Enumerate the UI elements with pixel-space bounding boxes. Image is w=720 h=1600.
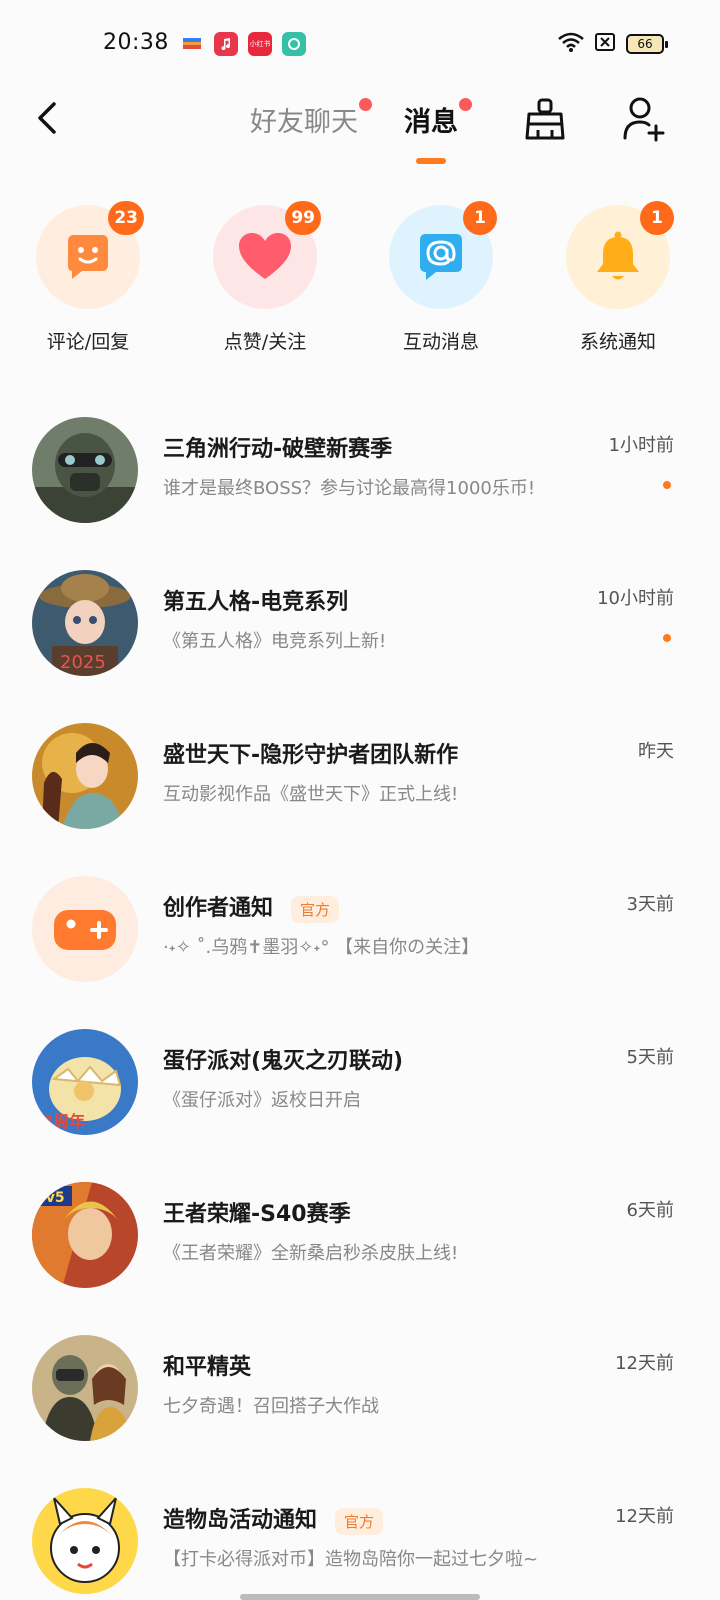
top-nav: 好友聊天 消息 — [0, 90, 720, 180]
message-title-text: 创作者通知 — [163, 896, 274, 921]
category-label: 评论/回复 — [46, 331, 130, 353]
official-badge: 官方 — [335, 1507, 384, 1535]
tab-messages-label: 消息 — [404, 107, 458, 138]
svg-text:2025: 2025 — [60, 652, 106, 673]
at-sign-icon — [420, 234, 462, 280]
category-interactions[interactable]: 1 互动消息 — [381, 201, 501, 354]
message-preview: ·˖✧ ˚.乌鸦✝墨羽✧˖° 【来自你の关注】 — [163, 937, 480, 958]
category-icon-bg: 99 — [213, 201, 321, 309]
category-label: 互动消息 — [402, 331, 479, 353]
clear-unread-button[interactable] — [524, 96, 566, 142]
avatar — [32, 417, 138, 523]
tab-friend-chat-label: 好友聊天 — [250, 107, 358, 138]
gesture-bar[interactable] — [240, 1594, 480, 1600]
unread-dot — [663, 481, 671, 489]
list-item[interactable]: 和平精英 七夕奇遇！召回搭子大作战 12天前 — [0, 1335, 720, 1455]
wallet-icon — [180, 32, 204, 56]
add-friend-button[interactable] — [622, 96, 666, 142]
wifi-icon — [558, 32, 584, 56]
bell-icon — [597, 231, 639, 280]
category-label: 点赞/关注 — [223, 331, 307, 353]
list-item[interactable]: 三角洲行动-破壁新赛季 谁才是最终BOSS？参与讨论最高得1000乐币! 1小时… — [0, 417, 720, 537]
message-preview: 七夕奇遇！召回搭子大作战 — [163, 1396, 379, 1417]
message-preview: 《王者荣耀》全新桑启秒杀皮肤上线! — [163, 1243, 459, 1264]
tab-messages-dot — [459, 98, 472, 111]
svg-text:5v5: 5v5 — [36, 1190, 65, 1206]
category-comments-replies[interactable]: 23 评论/回复 — [28, 201, 148, 354]
xiaohongshu-icon: 小红书 — [248, 32, 272, 56]
category-likes-follows[interactable]: 99 点赞/关注 — [205, 201, 325, 354]
avatar — [32, 1335, 138, 1441]
list-item[interactable]: 造物岛活动通知 官方 【打卡必得派对币】造物岛陪你一起过七夕啦~ 12天前 — [0, 1488, 720, 1600]
chevron-left-icon — [38, 102, 56, 134]
soul-icon — [282, 32, 306, 56]
avatar: 2025 — [32, 570, 138, 676]
status-right-icons: 66 — [558, 32, 668, 56]
svg-text:3周年: 3周年 — [42, 1112, 85, 1131]
message-time: 5天前 — [626, 1047, 674, 1068]
list-item[interactable]: 盛世天下-隐形守护者团队新作 互动影视作品《盛世天下》正式上线! 昨天 — [0, 723, 720, 843]
category-icon-bg: 1 — [566, 201, 674, 309]
message-title: 造物岛活动通知 官方 — [163, 1502, 384, 1535]
avatar — [32, 876, 138, 982]
avatar — [32, 1488, 138, 1594]
message-title: 蛋仔派对(鬼灭之刃联动) — [163, 1049, 404, 1074]
list-item[interactable]: 3周年 蛋仔派对(鬼灭之刃联动) 《蛋仔派对》返校日开启 5天前 — [0, 1029, 720, 1149]
broom-icon — [525, 98, 565, 140]
active-tab-indicator — [416, 158, 446, 164]
no-sim-icon — [594, 32, 616, 56]
status-bar: 20:38 小红书 66 — [0, 0, 720, 90]
message-time: 6天前 — [626, 1200, 674, 1221]
message-time: 昨天 — [638, 741, 674, 762]
category-icon-bg: 1 — [389, 201, 497, 309]
message-preview: 《蛋仔派对》返校日开启 — [163, 1090, 361, 1111]
unread-dot — [663, 634, 671, 642]
tab-friend-chat-dot — [359, 98, 372, 111]
message-time: 12天前 — [615, 1506, 674, 1527]
message-time: 3天前 — [626, 894, 674, 915]
category-badge: 99 — [285, 201, 321, 235]
tab-friend-chat[interactable]: 好友聊天 — [250, 98, 372, 139]
battery-icon: 66 — [626, 34, 668, 54]
category-badge: 1 — [640, 201, 674, 235]
message-time: 12天前 — [615, 1353, 674, 1374]
message-time: 10小时前 — [597, 588, 674, 609]
message-preview: 互动影视作品《盛世天下》正式上线! — [163, 784, 459, 805]
category-badge: 23 — [108, 201, 144, 235]
message-preview: 谁才是最终BOSS？参与讨论最高得1000乐币! — [163, 478, 536, 499]
music-icon — [214, 32, 238, 56]
message-title: 第五人格-电竞系列 — [163, 590, 349, 615]
message-title-text: 造物岛活动通知 — [163, 1508, 318, 1533]
category-icon-bg: 23 — [36, 201, 144, 309]
list-item[interactable]: 创作者通知 官方 ·˖✧ ˚.乌鸦✝墨羽✧˖° 【来自你の关注】 3天前 — [0, 876, 720, 996]
avatar: 5v5 — [32, 1182, 138, 1288]
gamepad-icon — [54, 910, 116, 950]
message-title: 创作者通知 官方 — [163, 890, 340, 923]
message-time: 1小时前 — [608, 435, 674, 456]
list-item[interactable]: 5v5 王者荣耀-S40赛季 《王者荣耀》全新桑启秒杀皮肤上线! 6天前 — [0, 1182, 720, 1302]
smile-chat-icon — [68, 235, 108, 279]
back-button[interactable] — [28, 98, 68, 138]
category-badge: 1 — [463, 201, 497, 235]
category-label: 系统通知 — [579, 331, 656, 353]
add-user-icon — [623, 97, 665, 142]
heart-icon — [239, 233, 291, 279]
tab-messages[interactable]: 消息 — [404, 98, 472, 139]
list-item[interactable]: 2025 第五人格-电竞系列 《第五人格》电竞系列上新! 10小时前 — [0, 570, 720, 690]
message-title: 盛世天下-隐形守护者团队新作 — [163, 743, 459, 768]
avatar — [32, 723, 138, 829]
message-preview: 《第五人格》电竞系列上新! — [163, 631, 387, 652]
status-time: 20:38 — [103, 30, 169, 55]
message-title: 王者荣耀-S40赛季 — [163, 1202, 351, 1227]
avatar: 3周年 — [32, 1029, 138, 1135]
message-title: 三角洲行动-破壁新赛季 — [163, 437, 393, 462]
category-system-notices[interactable]: 1 系统通知 — [558, 201, 678, 354]
official-badge: 官方 — [291, 895, 340, 923]
message-preview: 【打卡必得派对币】造物岛陪你一起过七夕啦~ — [163, 1549, 539, 1570]
message-categories: 23 评论/回复 99 点赞/关注 1 互动消息 1 系统通知 — [0, 200, 720, 360]
status-app-icons: 小红书 — [180, 32, 306, 56]
message-title: 和平精英 — [163, 1355, 252, 1380]
